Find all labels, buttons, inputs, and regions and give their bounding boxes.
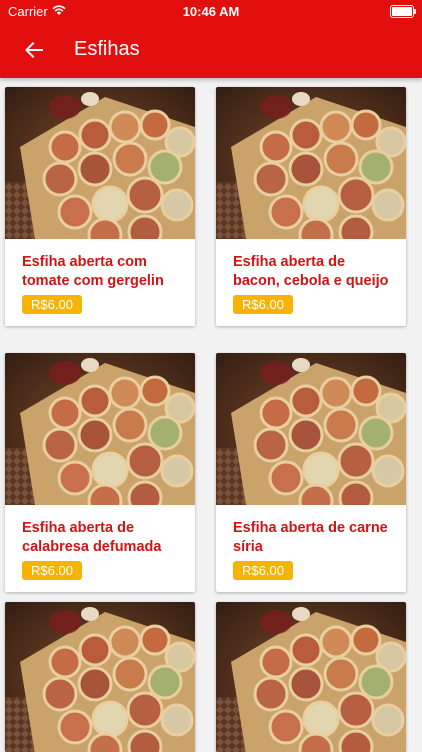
product-card[interactable]: Esfiha aberta de carne síria R$6.00: [216, 353, 406, 592]
product-name: Esfiha aberta de calabresa defumada: [22, 520, 162, 555]
product-image: [5, 602, 195, 752]
product-name: Esfiha aberta de bacon, cebola e queijo: [233, 254, 389, 289]
price-badge: R$6.00: [22, 295, 82, 314]
price-badge: R$6.00: [233, 295, 293, 314]
product-image: [216, 353, 406, 505]
price-badge: R$6.00: [233, 561, 293, 580]
product-card[interactable]: Esfiha aberta de bacon, cebola e queijo …: [216, 87, 406, 326]
product-card[interactable]: Esfiha aberta com tomate com gergelin R$…: [5, 87, 195, 326]
status-time: 10:46 AM: [182, 4, 240, 19]
product-card[interactable]: [216, 602, 406, 752]
page-title: Esfihas: [74, 38, 140, 60]
product-card[interactable]: [5, 602, 195, 752]
product-image: [5, 353, 195, 505]
app-bar: Carrier 10:46 AM Esfihas: [0, 0, 422, 78]
back-button[interactable]: [20, 36, 48, 64]
product-image: [5, 87, 195, 239]
price-badge: R$6.00: [22, 561, 82, 580]
product-card[interactable]: Esfiha aberta de calabresa defumada R$6.…: [5, 353, 195, 592]
status-bar: Carrier 10:46 AM: [0, 0, 422, 22]
arrow-back-icon: [25, 42, 43, 58]
product-name: Esfiha aberta de carne síria: [233, 520, 388, 555]
product-name: Esfiha aberta com tomate com gergelin: [22, 254, 164, 289]
battery-icon: [390, 5, 416, 18]
product-image: [216, 87, 406, 239]
product-image: [216, 602, 406, 752]
